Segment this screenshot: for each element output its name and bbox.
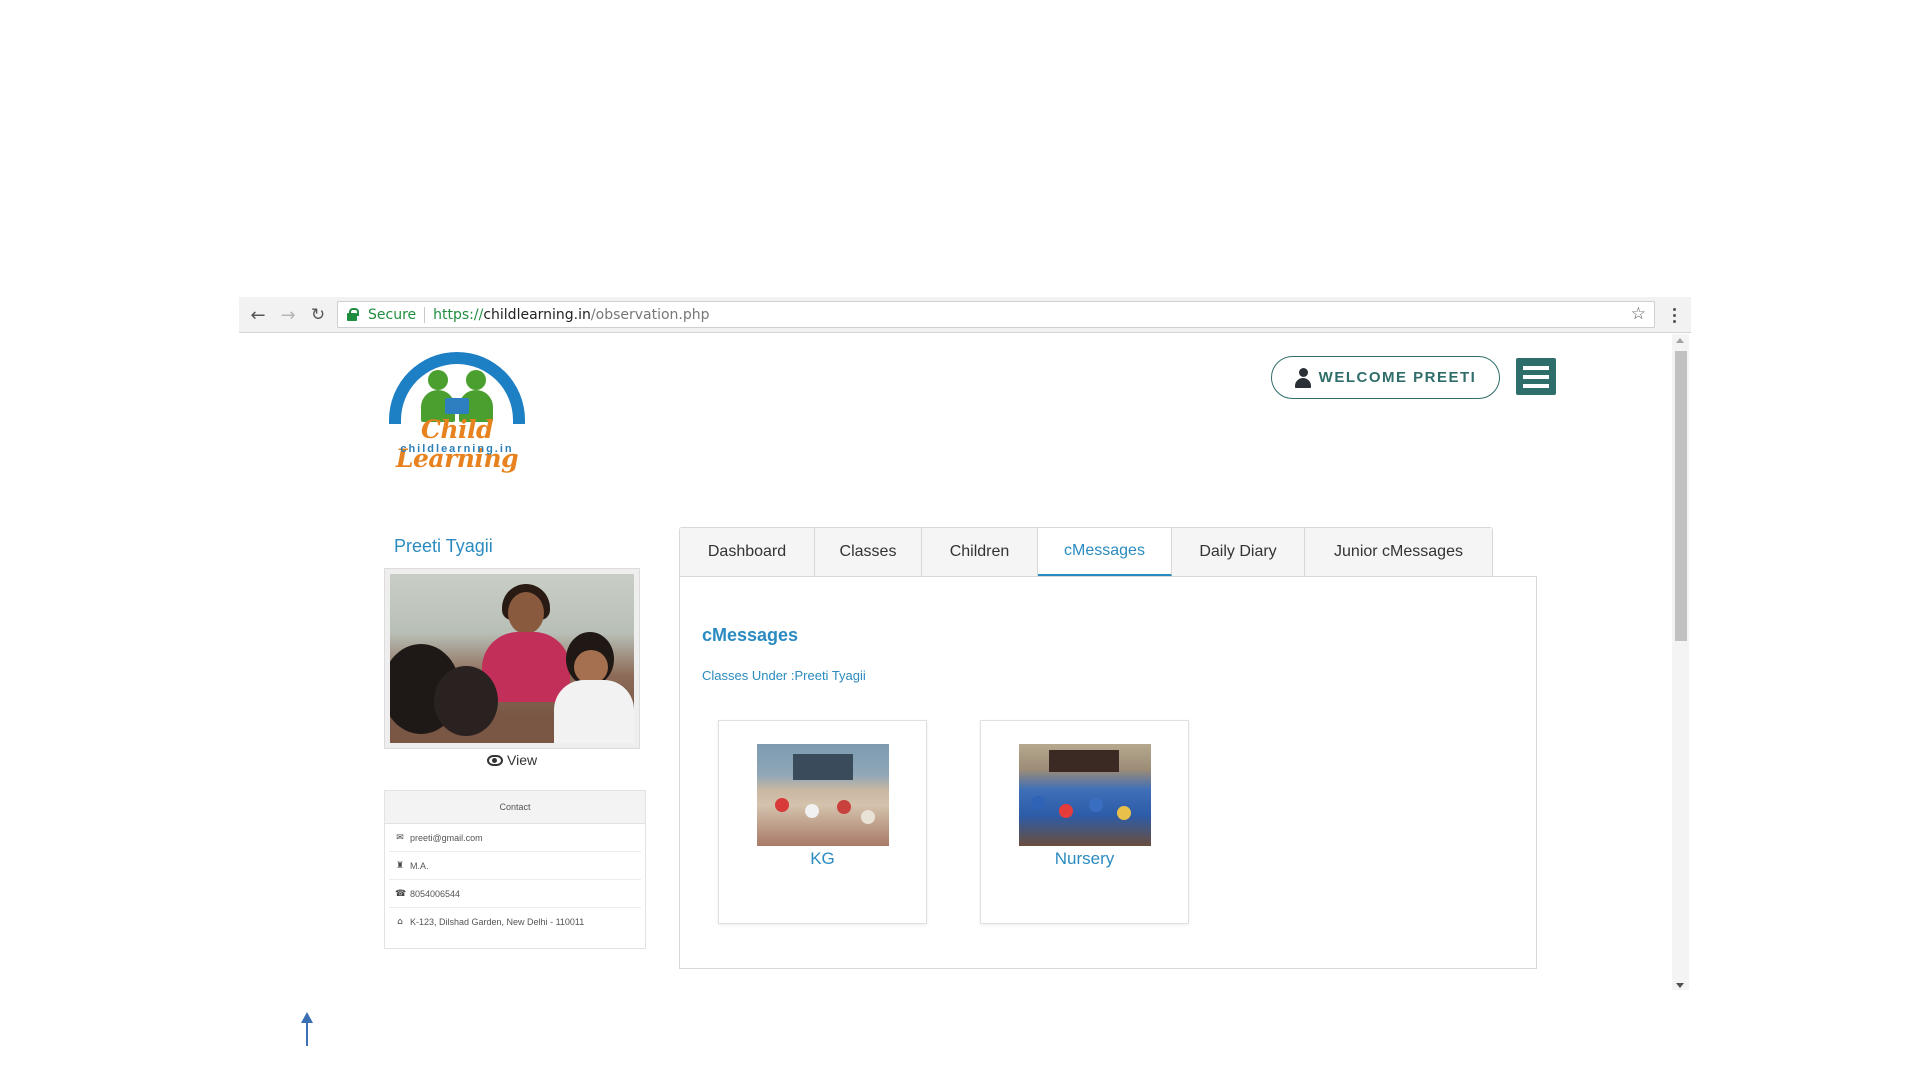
url-path: /observation.php xyxy=(590,306,710,323)
vertical-dots-icon[interactable] xyxy=(1667,303,1681,327)
welcome-label: WELCOME PREETI xyxy=(1318,369,1477,386)
url-scheme: https:// xyxy=(433,306,484,323)
address-separator xyxy=(424,306,426,323)
view-label: View xyxy=(507,752,538,768)
secure-label: Secure xyxy=(368,306,417,323)
up-arrow-icon[interactable] xyxy=(301,1012,313,1046)
contact-address: K-123, Dilshad Garden, New Delhi - 11001… xyxy=(410,917,585,927)
logo-subtitle: childlearning.in xyxy=(400,443,514,455)
forward-arrow-icon[interactable]: → xyxy=(277,304,299,326)
star-icon[interactable]: ☆ xyxy=(1631,304,1646,324)
contact-address-row: ⌂ K-123, Dilshad Garden, New Delhi - 110… xyxy=(389,908,641,936)
hamburger-menu-icon[interactable] xyxy=(1516,358,1556,395)
url-text: https://childlearning.in/observation.php xyxy=(433,307,709,323)
envelope-icon: ✉ xyxy=(396,832,404,843)
browser-toolbar: ← → ↻ Secure https://childlearning.in/ob… xyxy=(239,297,1691,333)
tab-children[interactable]: Children xyxy=(922,528,1038,576)
url-host: childlearning.in xyxy=(483,306,591,323)
graduation-cap-icon: ♜ xyxy=(395,860,405,871)
home-icon: ⌂ xyxy=(397,917,403,927)
logo-book-icon xyxy=(445,398,469,414)
contact-card: Contact ✉ preeti@gmail.com ♜ M.A. ☎ 8054… xyxy=(384,790,646,949)
tab-content-panel: cMessages Classes Under :Preeti Tyagii K… xyxy=(679,576,1537,969)
view-profile-link[interactable]: View xyxy=(487,752,537,768)
panel-title: cMessages xyxy=(702,625,799,645)
profile-photo xyxy=(384,568,640,749)
welcome-user-button[interactable]: WELCOME PREETI xyxy=(1271,356,1500,399)
contact-email[interactable]: preeti@gmail.com xyxy=(410,833,483,843)
tab-cmessages[interactable]: cMessages xyxy=(1038,528,1172,576)
contact-heading: Contact xyxy=(385,791,645,824)
contact-qualification-row: ♜ M.A. xyxy=(389,852,641,880)
scroll-thumb[interactable] xyxy=(1675,351,1687,641)
class-name[interactable]: Nursery xyxy=(981,849,1188,869)
phone-icon: ☎ xyxy=(395,888,407,899)
contact-qualification: M.A. xyxy=(410,860,429,871)
class-card-nursery[interactable]: Nursery xyxy=(980,720,1189,924)
profile-name: Preeti Tyagii xyxy=(394,536,493,556)
tab-dashboard[interactable]: Dashboard xyxy=(680,528,815,576)
profile-photo-image xyxy=(390,574,634,743)
lock-icon xyxy=(347,308,359,321)
page-scrollbar[interactable] xyxy=(1672,334,1689,990)
panel-subtitle: Classes Under :Preeti Tyagii xyxy=(702,668,866,683)
contact-email-row: ✉ preeti@gmail.com xyxy=(389,824,641,852)
contact-phone[interactable]: 8054006544 xyxy=(410,889,460,899)
user-icon xyxy=(1294,367,1311,388)
tab-classes[interactable]: Classes xyxy=(815,528,922,576)
scroll-up-arrow-icon[interactable] xyxy=(1676,338,1684,343)
class-card-kg[interactable]: KG xyxy=(718,720,927,924)
contact-phone-row: ☎ 8054006544 xyxy=(389,880,641,908)
scroll-down-arrow-icon[interactable] xyxy=(1676,983,1684,988)
site-logo[interactable]: Child Learning childlearning.in xyxy=(369,352,545,473)
eye-icon xyxy=(487,754,503,766)
tab-daily-diary[interactable]: Daily Diary xyxy=(1172,528,1305,576)
address-bar[interactable]: Secure https://childlearning.in/observat… xyxy=(337,301,1655,328)
tab-junior-cmessages[interactable]: Junior cMessages xyxy=(1305,528,1492,576)
reload-icon[interactable]: ↻ xyxy=(307,304,329,326)
section-tabs: Dashboard Classes Children cMessages Dai… xyxy=(679,527,1493,576)
class-thumbnail xyxy=(1019,744,1151,846)
class-thumbnail xyxy=(757,744,889,846)
back-arrow-icon[interactable]: ← xyxy=(247,304,269,326)
class-name[interactable]: KG xyxy=(719,849,926,869)
